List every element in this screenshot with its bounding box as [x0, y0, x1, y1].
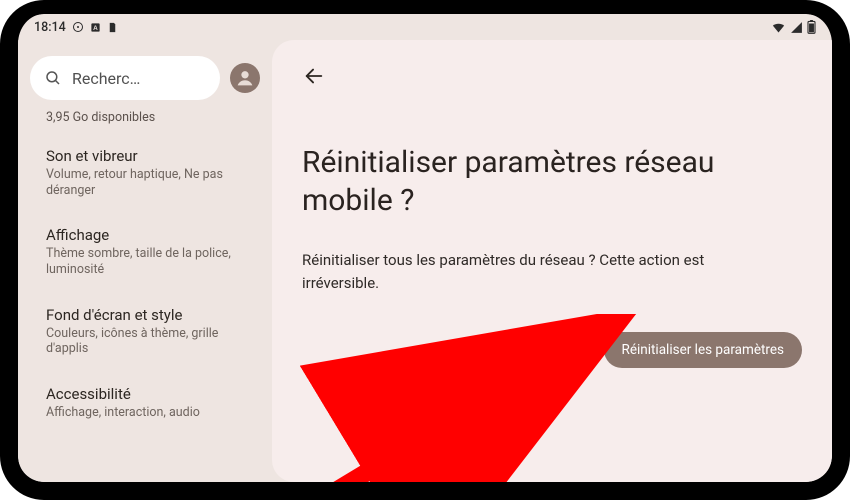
location-icon: [72, 21, 84, 33]
storage-available: 3,95 Go disponibles: [46, 110, 262, 125]
account-avatar[interactable]: [230, 63, 260, 93]
reset-settings-button[interactable]: Réinitialiser les paramètres: [604, 332, 802, 368]
status-bar: 18:14 A: [18, 14, 832, 40]
search-input[interactable]: Recherc…: [30, 56, 220, 100]
battery-icon: [807, 20, 816, 34]
sidebar-item-title: Affichage: [46, 226, 254, 244]
sdcard-icon: [107, 22, 118, 33]
sidebar-item-accessibility[interactable]: Accessibilité Affichage, interaction, au…: [28, 371, 262, 435]
tablet-frame: 18:14 A: [0, 0, 850, 500]
detail-pane: Réinitialiser paramètres réseau mobile ?…: [272, 40, 832, 482]
sidebar-item-subtitle: Couleurs, icônes à thème, grille d'appli…: [46, 326, 254, 357]
sidebar-item-title: Fond d'écran et style: [46, 306, 254, 324]
sidebar-item-display[interactable]: Affichage Thème sombre, taille de la pol…: [28, 212, 262, 291]
sidebar-item-wallpaper[interactable]: Fond d'écran et style Couleurs, icônes à…: [28, 292, 262, 371]
status-left: 18:14 A: [34, 20, 118, 35]
sidebar-item-subtitle: Volume, retour haptique, Ne pas déranger: [46, 167, 254, 198]
app-badge-icon: A: [90, 22, 101, 33]
page-title: Réinitialiser paramètres réseau mobile ?: [302, 144, 722, 219]
status-time: 18:14: [34, 20, 66, 35]
settings-menu: Son et vibreur Volume, retour haptique, …: [28, 133, 262, 434]
sidebar-item-sound[interactable]: Son et vibreur Volume, retour haptique, …: [28, 133, 262, 212]
sidebar-item-subtitle: Thème sombre, taille de la police, lumin…: [46, 246, 254, 277]
status-right: [771, 20, 816, 35]
svg-text:A: A: [93, 24, 98, 31]
sidebar-item-subtitle: Affichage, interaction, audio: [46, 405, 254, 421]
reset-settings-button-label: Réinitialiser les paramètres: [622, 342, 784, 358]
search-icon: [44, 69, 62, 87]
content-panes: Recherc… 3,95 Go disponibles Son et vibr…: [18, 40, 832, 482]
screen: 18:14 A: [18, 14, 832, 482]
wifi-icon: [771, 20, 786, 35]
sidebar-item-title: Accessibilité: [46, 385, 254, 403]
sidebar-item-title: Son et vibreur: [46, 147, 254, 165]
settings-sidebar: Recherc… 3,95 Go disponibles Son et vibr…: [18, 40, 272, 482]
page-description: Réinitialiser tous les paramètres du rés…: [302, 249, 742, 294]
signal-icon: [790, 21, 803, 34]
back-button[interactable]: [296, 58, 332, 94]
search-row: Recherc…: [30, 56, 260, 100]
search-placeholder: Recherc…: [72, 69, 206, 88]
